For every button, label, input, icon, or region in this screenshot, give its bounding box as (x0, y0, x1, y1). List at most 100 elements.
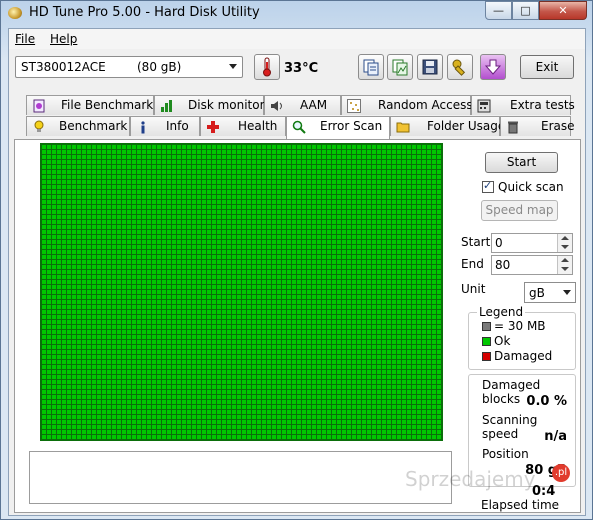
tab-file-benchmark[interactable]: File Benchmark (26, 95, 154, 115)
tab-folder-usage[interactable]: Folder Usage (390, 116, 505, 136)
temperature-button[interactable] (254, 54, 280, 80)
menu-file[interactable]: File (15, 32, 35, 46)
drive-capacity: (80 gB) (137, 60, 182, 74)
unit-label: Unit (461, 282, 486, 296)
block-swatch-icon (482, 322, 491, 331)
legend-title: Legend (477, 305, 526, 319)
thermometer-icon (263, 57, 271, 77)
scanning-speed-value: n/a (544, 429, 567, 444)
temperature-readout: 33°C (284, 61, 319, 76)
menu-help-label: Help (50, 32, 78, 46)
block-map-grid (40, 143, 443, 441)
menu-help[interactable]: Help (50, 32, 77, 46)
legend-block-size: = 30 MB (482, 319, 546, 333)
end-spinner[interactable]: 80 (491, 255, 573, 275)
app-logo-icon (8, 7, 22, 19)
tab-erase-label: Erase (541, 119, 575, 133)
spinner-arrows-icon[interactable] (557, 256, 572, 274)
tab-info-label: Info (166, 119, 189, 133)
chevron-down-icon (229, 64, 237, 69)
minimize-button[interactable]: — (485, 1, 512, 20)
legend-ok: Ok (482, 334, 510, 348)
end-value: 80 (495, 258, 511, 272)
medical-cross-icon (207, 121, 219, 133)
damaged-blocks-value: 0.0 % (526, 394, 567, 409)
app-window: HD Tune Pro 5.00 - Hard Disk Utility — □… (0, 0, 593, 520)
window-title: HD Tune Pro 5.00 - Hard Disk Utility (29, 5, 260, 20)
legend-group: Legend = 30 MB Ok Damaged (468, 305, 576, 370)
file-benchmark-icon (33, 99, 45, 113)
client-area: File Help ST380012ACE (80 gB) 33°C Exit … (8, 28, 586, 516)
folder-icon (396, 122, 410, 133)
info-icon (141, 121, 145, 134)
tab-erase[interactable]: Erase (500, 116, 575, 136)
tab-extra-tests-label: Extra tests (510, 98, 575, 112)
unit-value: gB (529, 286, 545, 300)
tab-aam[interactable]: AAM (264, 95, 341, 115)
tab-info[interactable]: Info (130, 116, 200, 136)
tab-benchmark[interactable]: Benchmark (26, 116, 130, 136)
tab-aam-label: AAM (300, 98, 328, 112)
error-scan-panel: Start Quick scan Speed map Start 0 End 8… (14, 139, 581, 513)
tab-file-benchmark-label: File Benchmark (61, 98, 154, 112)
arrow-down-icon (484, 59, 502, 75)
title-bar[interactable]: HD Tune Pro 5.00 - Hard Disk Utility — □… (1, 1, 592, 25)
menu-bar: File Help (9, 29, 585, 49)
close-icon: ✕ (558, 4, 568, 17)
calculator-icon (477, 99, 491, 113)
elapsed-time-value: 0:4 (532, 484, 556, 499)
exit-button[interactable]: Exit (520, 55, 574, 79)
watermark-text: Sprzedajemy (405, 467, 536, 491)
drive-select[interactable]: ST380012ACE (80 gB) (15, 56, 243, 78)
close-button[interactable]: ✕ (539, 1, 587, 20)
trash-icon (508, 121, 518, 134)
checkbox-checked-icon (482, 179, 494, 193)
start-button[interactable]: Start (485, 152, 558, 173)
tab-health[interactable]: Health (200, 116, 286, 136)
elapsed-time-label: Elapsed time (481, 498, 560, 512)
tab-random-access[interactable]: Random Access (341, 95, 473, 115)
tab-benchmark-label: Benchmark (59, 119, 128, 133)
chevron-down-icon (563, 290, 571, 295)
tab-disk-monitor-label: Disk monitor (188, 98, 265, 112)
magnifier-icon (292, 120, 306, 134)
options-button[interactable] (447, 54, 473, 80)
legend-damaged: Damaged (482, 349, 552, 363)
quick-scan-label: Quick scan (498, 180, 564, 194)
floppy-disk-icon (422, 59, 438, 75)
speed-map-button[interactable]: Speed map (481, 200, 558, 221)
save-button[interactable] (417, 54, 443, 80)
copy-document-icon (363, 59, 379, 76)
legend-damaged-text: Damaged (494, 349, 553, 363)
unit-select[interactable]: gB (524, 282, 576, 303)
tab-error-scan[interactable]: Error Scan (286, 116, 390, 139)
maximize-button[interactable]: □ (512, 1, 539, 20)
start-spinner[interactable]: 0 (491, 233, 573, 253)
legend-ok-text: Ok (494, 334, 511, 348)
tab-health-label: Health (238, 119, 278, 133)
download-button[interactable] (480, 54, 506, 80)
legend-block-size-text: = 30 MB (494, 319, 546, 333)
tab-extra-tests[interactable]: Extra tests (471, 95, 575, 115)
tab-disk-monitor[interactable]: Disk monitor (154, 95, 265, 115)
tab-folder-usage-label: Folder Usage (427, 119, 506, 133)
tab-random-access-label: Random Access (378, 98, 473, 112)
wrench-icon (452, 59, 466, 76)
tab-error-scan-label: Error Scan (320, 119, 383, 133)
position-label: Position (482, 447, 529, 461)
quick-scan-checkbox[interactable]: Quick scan (482, 179, 564, 194)
scatter-dots-icon (347, 99, 361, 113)
drive-name: ST380012ACE (21, 60, 106, 74)
lightbulb-icon (34, 120, 44, 132)
end-field-label: End (461, 257, 484, 271)
bar-chart-icon (161, 100, 172, 112)
start-field-label: Start (461, 235, 491, 249)
scan-log-box[interactable] (29, 451, 452, 504)
minimize-icon: — (493, 4, 504, 17)
copy-screenshot-button[interactable] (387, 54, 413, 80)
spinner-arrows-icon[interactable] (557, 234, 572, 252)
menu-file-label: File (15, 32, 36, 46)
damaged-swatch-icon (482, 352, 491, 361)
copy-image-icon (392, 59, 408, 76)
copy-text-button[interactable] (358, 54, 384, 80)
